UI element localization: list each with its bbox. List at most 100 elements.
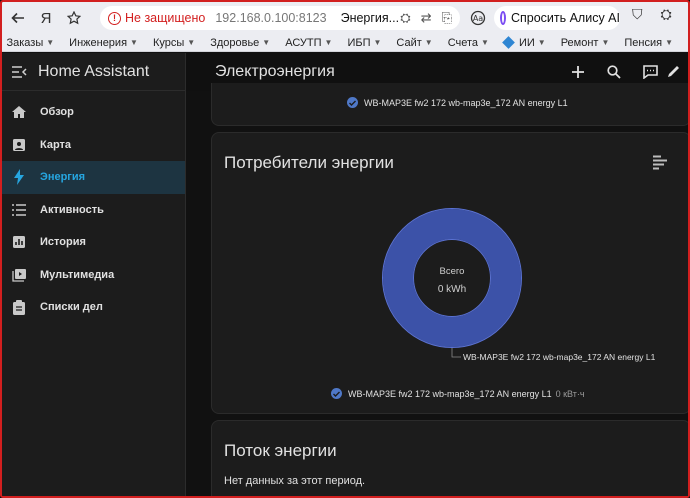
legend-item[interactable]: WB-MAP3E fw2 172 wb-map3e_172 AN energy … (347, 97, 568, 108)
bookmark-folder-1[interactable]: Инженерия ▼ (69, 37, 138, 49)
sidebar-item-label: Списки дел (40, 301, 103, 314)
extension-icon[interactable]: ⛭ (400, 10, 410, 26)
chevron-down-icon: ▼ (373, 38, 382, 47)
donut-ring[interactable] (383, 209, 521, 347)
bookmark-label: Заказы (6, 36, 44, 49)
sidebar-item-label: Активность (40, 203, 104, 216)
not-secure-indicator[interactable]: ! Не защищено (108, 11, 205, 25)
bookmark-label: ИИ (518, 36, 535, 49)
sidebar-item-history[interactable]: История (2, 226, 185, 259)
svg-text:Aa: Aa (473, 14, 483, 23)
donut-chart: Всего 0 kWh WB-MAP3E fw2 172 wb-map3e_17… (382, 208, 656, 362)
bookmark-folder-10[interactable]: Пенсия ▼ (624, 37, 673, 49)
sidebar-header: Home Assistant (2, 53, 185, 91)
bookmark-label: Ремонт (560, 36, 599, 49)
bookmark-icon[interactable]: ⎘ (442, 10, 452, 26)
alice-icon (500, 11, 506, 25)
slice-leader-line (451, 348, 461, 358)
bookmark-folder-7[interactable]: Счета ▼ (448, 37, 489, 49)
star-icon[interactable] (60, 4, 88, 32)
chart-icon (2, 235, 36, 249)
legend-label: WB-MAP3E fw2 172 wb-map3e_172 AN energy … (364, 97, 568, 108)
sidebar-item-media[interactable]: Мультимедиа (2, 259, 185, 292)
bookmark-label: Курсы (152, 36, 185, 49)
clipboard-icon (2, 299, 36, 315)
bookmark-folder-6[interactable]: Сайт ▼ (396, 37, 432, 49)
bookmark-label: Счета (447, 36, 479, 49)
page-title-in-bar: Энергия... (340, 11, 400, 25)
sidebar-item-label: Обзор (40, 106, 74, 119)
bookmark-folder-9[interactable]: Ремонт ▼ (561, 37, 610, 49)
legend-item[interactable]: WB-MAP3E fw2 172 wb-map3e_172 AN energy … (331, 388, 585, 399)
card-title: Потребители энергии (224, 153, 394, 172)
shield-icon[interactable]: ⛉ (632, 6, 643, 23)
bookmark-folder-3[interactable]: Здоровье ▼ (210, 37, 270, 49)
bookmark-folder-2[interactable]: Курсы ▼ (153, 37, 195, 49)
url-host: 192.168.0.100:8123 (215, 11, 327, 25)
map-icon (2, 138, 36, 152)
bookmark-folder-4[interactable]: АСУТП ▼ (285, 37, 332, 49)
sidebar: Home Assistant Обзор Карта Энергия Актив… (2, 53, 186, 496)
sidebar-item-logbook[interactable]: Активность (2, 194, 185, 227)
bookmark-label: Сайт (396, 36, 422, 49)
alice-label: Спросить Алису AI (510, 11, 620, 25)
chevron-down-icon: ▼ (537, 38, 546, 47)
bookmark-folder-0[interactable]: Заказы ▼ (6, 37, 54, 49)
sidebar-item-label: Карта (40, 138, 72, 151)
check-icon (331, 388, 342, 399)
media-icon (2, 268, 36, 282)
ai-folder-icon (502, 36, 515, 49)
home-icon (2, 105, 36, 119)
address-bar[interactable]: ! Не защищено 192.168.0.100:8123 Энергия… (100, 6, 460, 30)
translate-icon[interactable]: ⇄ (421, 10, 432, 26)
sidebar-item-map[interactable]: Карта (2, 129, 185, 162)
main-content: Электроэнергия WB-MAP3E fw2 172 wb-map3e… (186, 53, 688, 496)
sidebar-item-label: История (40, 236, 86, 249)
page-title: Электроэнергия (215, 63, 335, 80)
browser-toolbar: Я ! Не защищено 192.168.0.100:8123 Энерг… (2, 2, 688, 34)
energy-consumers-card: Потребители энергии Всего 0 kWh WB-MAP3E… (211, 132, 688, 414)
bookmarks-bar: Заказы ▼ Инженерия ▼ Курсы ▼ Здоровье ▼ АСУТ… (2, 34, 688, 52)
alice-button[interactable]: Спросить Алису AI (494, 6, 620, 30)
bookmark-folder-8[interactable]: ИИ ▼ (502, 36, 546, 49)
legend-value: 0 кВт·ч (555, 388, 585, 399)
lightning-icon (2, 169, 36, 186)
chevron-down-icon: ▼ (324, 38, 333, 47)
donut-center-value: 0 kWh (438, 284, 466, 295)
energy-flow-card: Поток энергии Нет данных за этот период. (211, 420, 688, 496)
chevron-down-icon: ▼ (481, 38, 489, 47)
warning-icon: ! (108, 11, 121, 25)
chevron-down-icon: ▼ (424, 38, 433, 47)
yandex-icon[interactable]: Я (32, 4, 60, 32)
menu-collapse-icon[interactable] (2, 65, 36, 78)
chevron-down-icon: ▼ (262, 38, 271, 47)
sidebar-item-label: Энергия (40, 171, 86, 184)
bookmark-label: Здоровье (210, 36, 260, 49)
donut-center-label: Всего (440, 266, 465, 277)
bookmark-folder-5[interactable]: ИБП ▼ (347, 37, 381, 49)
not-secure-label: Не защищено (125, 11, 206, 25)
legend-label: WB-MAP3E fw2 172 wb-map3e_172 AN energy … (348, 388, 552, 399)
bookmark-label: ИБП (347, 36, 371, 49)
sidebar-item-overview[interactable]: Обзор (2, 96, 185, 129)
bookmark-label: Инженерия (69, 36, 128, 49)
sidebar-item-todo[interactable]: Списки дел (2, 291, 185, 324)
app-title: Home Assistant (38, 62, 150, 80)
chevron-down-icon: ▼ (665, 38, 673, 47)
donut-hole-outline (413, 239, 491, 317)
list-icon (2, 203, 36, 216)
no-data-message: Нет данных за этот период. (224, 475, 366, 487)
chevron-down-icon: ▼ (130, 38, 138, 47)
sidebar-item-energy[interactable]: Энергия (2, 161, 185, 194)
bookmark-label: АСУТП (285, 36, 322, 49)
check-icon (347, 97, 358, 108)
back-icon[interactable] (4, 4, 32, 32)
chevron-down-icon: ▼ (46, 38, 55, 47)
browser-window: Я ! Не защищено 192.168.0.100:8123 Энерг… (0, 0, 690, 498)
chevron-down-icon: ▼ (601, 38, 610, 47)
reader-icon[interactable]: Aa (464, 4, 492, 32)
slice-label: WB-MAP3E fw2 172 wb-map3e_172 AN energy … (463, 352, 656, 362)
chevron-down-icon: ▼ (187, 38, 196, 47)
display-options-icon[interactable] (653, 155, 667, 176)
settings-icon[interactable]: ⛭ (661, 6, 672, 23)
